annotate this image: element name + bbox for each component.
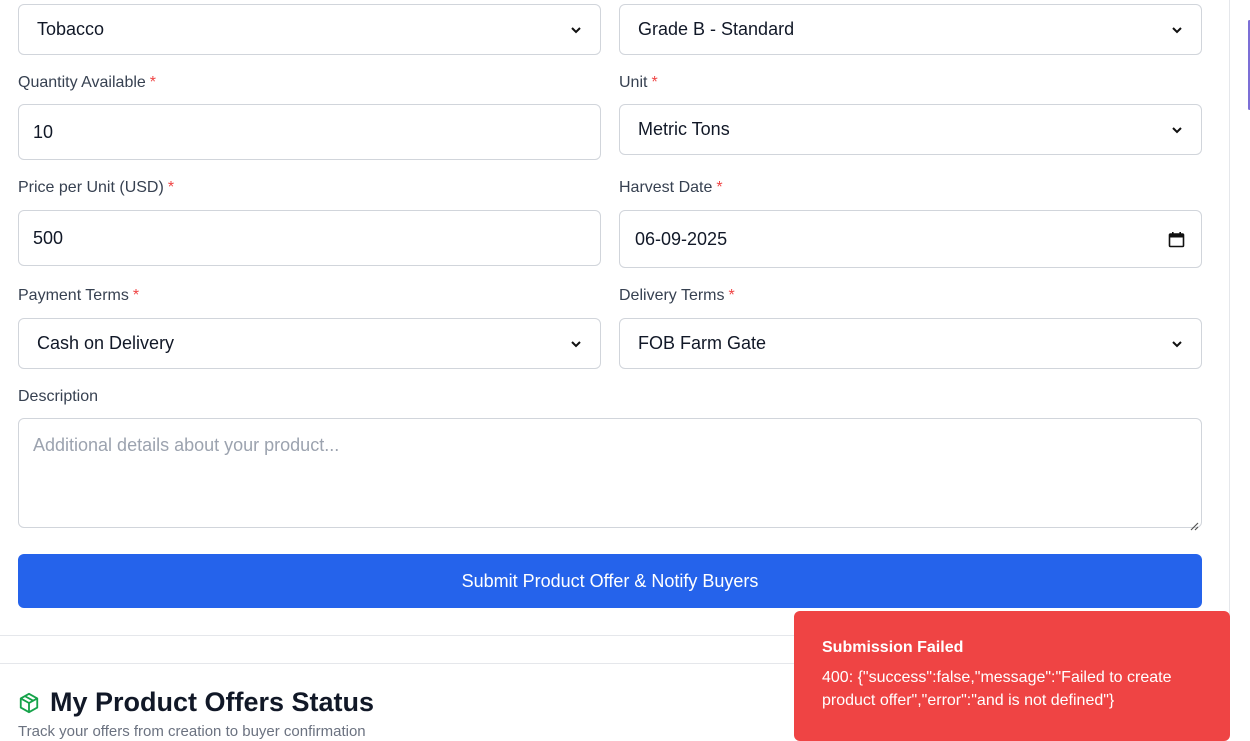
- error-toast[interactable]: Submission Failed 400: {"success":false,…: [794, 611, 1230, 741]
- chevron-down-icon: [570, 338, 582, 350]
- delivery-terms-value: FOB Farm Gate: [638, 333, 767, 353]
- unit-select[interactable]: Metric Tons: [619, 104, 1202, 155]
- right-scroll-rail: [1229, 0, 1250, 731]
- required-marker: *: [167, 179, 175, 196]
- delivery-terms-label: Delivery Terms *: [619, 287, 735, 305]
- quantity-input[interactable]: 10: [18, 104, 601, 160]
- chevron-down-icon: [1171, 124, 1183, 136]
- delivery-terms-select[interactable]: FOB Farm Gate: [619, 318, 1202, 369]
- quantity-label: Quantity Available *: [18, 74, 156, 92]
- payment-terms-value: Cash on Delivery: [37, 333, 175, 353]
- price-label: Price per Unit (USD) *: [18, 179, 174, 197]
- harvest-date-value: 06-09-2025: [635, 228, 728, 249]
- description-textarea[interactable]: Additional details about your product...: [18, 418, 1202, 531]
- harvest-label: Harvest Date *: [619, 179, 723, 197]
- required-marker: *: [149, 74, 157, 91]
- submit-offer-button[interactable]: Submit Product Offer & Notify Buyers: [18, 554, 1202, 608]
- description-label: Description: [18, 388, 98, 406]
- toast-title: Submission Failed: [822, 639, 964, 656]
- chevron-down-icon: [1171, 338, 1183, 350]
- unit-label: Unit *: [619, 74, 658, 92]
- payment-terms-select[interactable]: Cash on Delivery: [18, 318, 601, 369]
- package-icon: [18, 692, 40, 714]
- price-label-text: Price per Unit (USD): [18, 179, 164, 196]
- required-marker: *: [132, 287, 140, 304]
- unit-select-value: Metric Tons: [638, 119, 730, 139]
- quantity-input-value: 10: [33, 121, 54, 142]
- required-marker: *: [728, 287, 735, 304]
- quantity-label-text: Quantity Available: [18, 74, 146, 91]
- grade-select-value: Grade B - Standard: [638, 19, 795, 39]
- price-input[interactable]: 500: [18, 210, 601, 266]
- unit-label-text: Unit: [619, 74, 648, 91]
- payment-terms-label: Payment Terms *: [18, 287, 139, 305]
- price-input-value: 500: [33, 227, 64, 248]
- chevron-down-icon: [1171, 24, 1183, 36]
- harvest-label-text: Harvest Date: [619, 179, 713, 196]
- product-select-value: Tobacco: [37, 19, 105, 39]
- required-marker: *: [716, 179, 723, 196]
- offers-status-title-text: My Product Offers Status: [50, 687, 375, 717]
- resize-grip-icon[interactable]: [1189, 515, 1199, 531]
- description-label-text: Description: [18, 388, 99, 405]
- offers-status-title: My Product Offers Status: [18, 687, 374, 718]
- delivery-terms-label-text: Delivery Terms: [619, 287, 725, 304]
- grade-select[interactable]: Grade B - Standard: [619, 4, 1202, 55]
- payment-terms-label-text: Payment Terms: [18, 287, 129, 304]
- required-marker: *: [651, 74, 658, 91]
- harvest-date-input[interactable]: 06-09-2025: [619, 210, 1202, 268]
- chevron-down-icon: [570, 24, 582, 36]
- offers-status-subtitle: Track your offers from creation to buyer…: [18, 723, 366, 740]
- description-placeholder: Additional details about your product...: [33, 435, 340, 455]
- calendar-icon[interactable]: [1168, 231, 1185, 248]
- toast-message: 400: {"success":false,"message":"Failed …: [822, 669, 1172, 709]
- submit-offer-label: Submit Product Offer & Notify Buyers: [461, 570, 759, 591]
- product-select[interactable]: Tobacco: [18, 4, 601, 55]
